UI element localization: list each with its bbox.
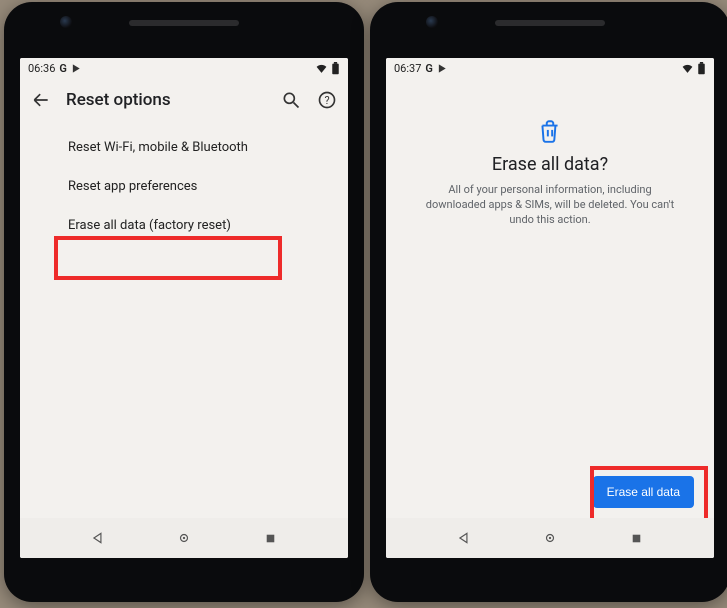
nav-home-icon[interactable] <box>176 530 192 546</box>
status-bar: 06:37 G <box>386 58 714 78</box>
play-status-icon <box>437 63 448 74</box>
erase-all-data-button[interactable]: Erase all data <box>593 476 694 508</box>
nav-bar <box>386 518 714 558</box>
help-icon[interactable]: ? <box>316 89 338 111</box>
reset-app-prefs-item[interactable]: Reset app preferences <box>20 167 348 206</box>
nav-recent-icon[interactable] <box>262 530 278 546</box>
trash-icon <box>537 118 563 144</box>
erase-title: Erase all data? <box>406 154 694 175</box>
erase-confirm-page: Erase all data? All of your personal inf… <box>386 78 714 228</box>
search-icon[interactable] <box>280 89 302 111</box>
speaker-grille <box>495 20 605 26</box>
front-camera <box>426 16 438 28</box>
speaker-grille <box>129 20 239 26</box>
nav-back-icon[interactable] <box>90 530 106 546</box>
wifi-icon <box>681 62 694 75</box>
nav-recent-icon[interactable] <box>628 530 644 546</box>
annotation-highlight <box>58 240 278 276</box>
nav-back-icon[interactable] <box>456 530 472 546</box>
nav-bar <box>20 518 348 558</box>
nav-home-icon[interactable] <box>542 530 558 546</box>
screen-left: 06:36 G Reset options <box>20 58 348 558</box>
google-status-icon: G <box>59 62 67 75</box>
erase-all-data-item[interactable]: Erase all data (factory reset) <box>20 206 348 245</box>
status-time: 06:37 <box>394 62 421 75</box>
page-title: Reset options <box>66 90 266 110</box>
battery-icon <box>697 62 706 75</box>
appbar: Reset options ? <box>20 78 348 122</box>
reset-options-list: Reset Wi-Fi, mobile & Bluetooth Reset ap… <box>20 122 348 245</box>
status-bar: 06:36 G <box>20 58 348 78</box>
play-status-icon <box>71 63 82 74</box>
battery-icon <box>331 62 340 75</box>
reset-wifi-item[interactable]: Reset Wi-Fi, mobile & Bluetooth <box>20 128 348 167</box>
wifi-icon <box>315 62 328 75</box>
phone-frame-right: 06:37 G <box>370 2 727 602</box>
svg-text:?: ? <box>324 94 329 107</box>
status-time: 06:36 <box>28 62 55 75</box>
back-icon[interactable] <box>30 89 52 111</box>
screen-right: 06:37 G <box>386 58 714 558</box>
phone-frame-left: 06:36 G Reset options <box>4 2 364 602</box>
erase-body-text: All of your personal information, includ… <box>420 183 680 228</box>
google-status-icon: G <box>425 62 433 75</box>
front-camera <box>60 16 72 28</box>
